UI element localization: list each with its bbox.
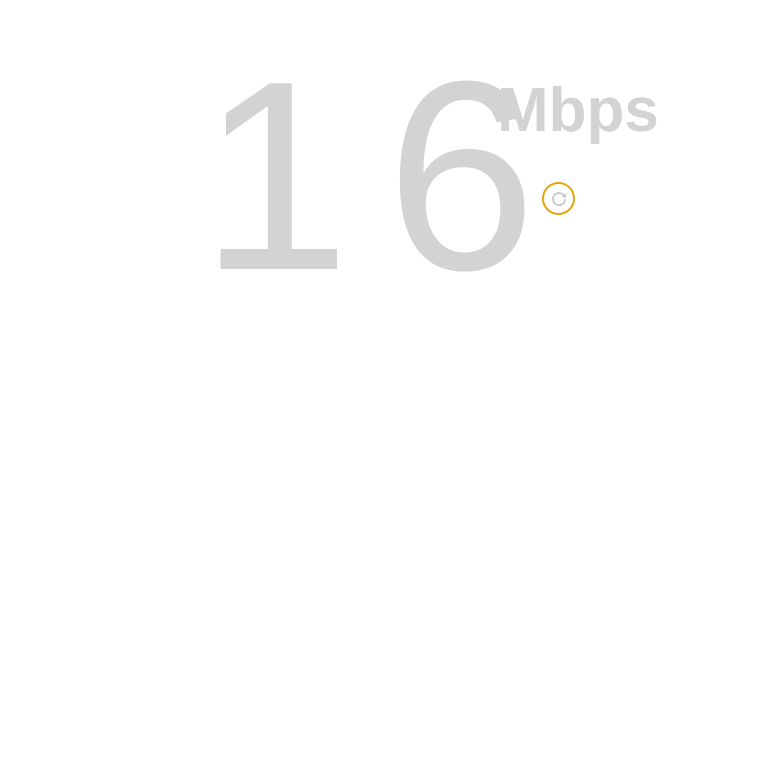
speed-unit: Mbps <box>497 76 659 145</box>
refresh-button[interactable] <box>542 182 575 215</box>
speed-test-screen: 16 Mbps <box>0 0 768 768</box>
refresh-icon <box>551 191 566 206</box>
